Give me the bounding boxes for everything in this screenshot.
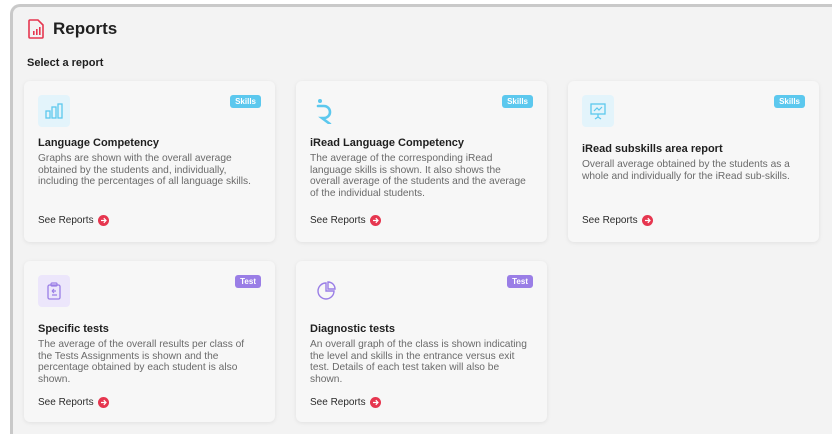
report-card-diagnostic-tests[interactable]: Test Diagnostic tests An overall graph o… bbox=[296, 261, 547, 422]
see-reports-label: See Reports bbox=[310, 397, 366, 408]
see-reports-link[interactable]: See Reports bbox=[310, 397, 381, 408]
card-title: iRead Language Competency bbox=[310, 137, 465, 149]
page-subtitle: Select a report bbox=[27, 57, 104, 69]
arrow-right-icon bbox=[97, 215, 109, 226]
clipboard-icon bbox=[38, 275, 70, 307]
card-description: Graphs are shown with the overall averag… bbox=[38, 153, 251, 187]
card-title: Language Competency bbox=[38, 137, 160, 149]
pie-chart-icon bbox=[310, 275, 342, 307]
skills-badge: Skills bbox=[502, 95, 533, 108]
arrow-right-icon bbox=[641, 215, 653, 226]
report-card-language-competency[interactable]: Skills Language Competency Graphs are sh… bbox=[24, 81, 275, 242]
card-description: The average of the corresponding iRead l… bbox=[310, 153, 526, 199]
iread-logo-icon bbox=[310, 95, 342, 127]
test-badge: Test bbox=[235, 275, 261, 288]
card-description: Overall average obtained by the students… bbox=[582, 159, 790, 182]
see-reports-link[interactable]: See Reports bbox=[582, 215, 653, 226]
page-title: Reports bbox=[53, 19, 118, 38]
see-reports-link[interactable]: See Reports bbox=[310, 215, 381, 226]
card-description: The average of the overall results per c… bbox=[38, 339, 245, 385]
page-header: Reports bbox=[27, 19, 117, 39]
reports-panel: Reports Select a report Skills Language … bbox=[10, 4, 832, 434]
bar-chart-icon bbox=[38, 95, 70, 127]
test-badge: Test bbox=[507, 275, 533, 288]
report-card-iread-subskills[interactable]: Skills iRead subskills area report Overa… bbox=[568, 81, 819, 242]
see-reports-label: See Reports bbox=[38, 215, 94, 226]
see-reports-link[interactable]: See Reports bbox=[38, 215, 109, 226]
skills-badge: Skills bbox=[230, 95, 261, 108]
skills-badge: Skills bbox=[774, 95, 805, 108]
see-reports-link[interactable]: See Reports bbox=[38, 397, 109, 408]
card-title: Diagnostic tests bbox=[310, 323, 395, 335]
report-card-iread-language-competency[interactable]: Skills iRead Language Competency The ave… bbox=[296, 81, 547, 242]
report-document-icon bbox=[27, 19, 45, 39]
presentation-chart-icon bbox=[582, 95, 614, 127]
arrow-right-icon bbox=[97, 397, 109, 408]
report-card-specific-tests[interactable]: Test Specific tests The average of the o… bbox=[24, 261, 275, 422]
card-description: An overall graph of the class is shown i… bbox=[310, 339, 527, 385]
see-reports-label: See Reports bbox=[310, 215, 366, 226]
arrow-right-icon bbox=[369, 215, 381, 226]
see-reports-label: See Reports bbox=[582, 215, 638, 226]
arrow-right-icon bbox=[369, 397, 381, 408]
card-title: Specific tests bbox=[38, 323, 109, 335]
card-title: iRead subskills area report bbox=[582, 143, 723, 155]
see-reports-label: See Reports bbox=[38, 397, 94, 408]
